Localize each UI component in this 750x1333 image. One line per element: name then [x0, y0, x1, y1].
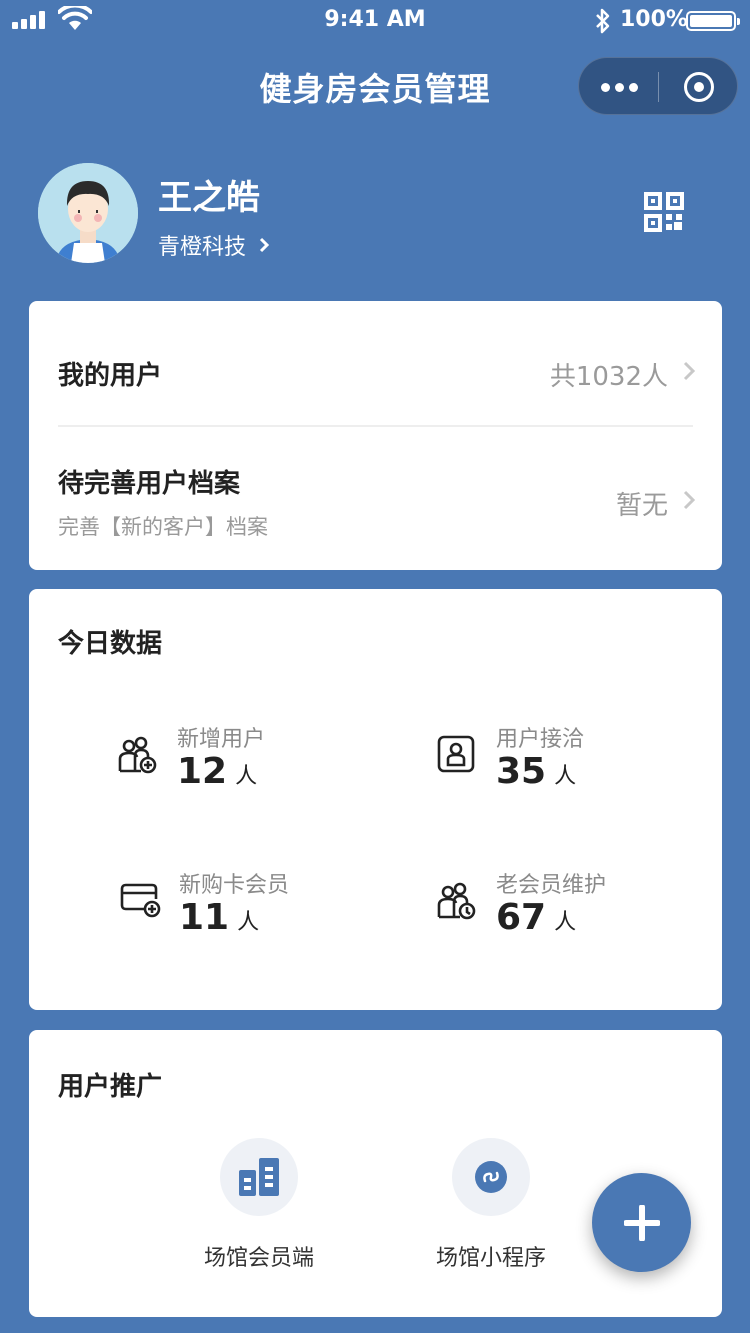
promo-icon-circle	[220, 1138, 298, 1216]
stat-value: 35 人	[496, 751, 576, 792]
chevron-right-icon	[259, 237, 270, 253]
company-name: 青橙科技	[158, 235, 247, 260]
my-users-label: 我的用户	[58, 361, 163, 391]
promotion-card: 用户推广 场馆会员端 场馆小程序	[29, 1030, 722, 1317]
section-title: 今日数据	[58, 629, 163, 659]
venue-member-app-button[interactable]: 场馆会员端	[179, 1138, 339, 1272]
section-title: 用户推广	[58, 1072, 163, 1102]
stat-new-users[interactable]: 新增用户 12 人	[118, 721, 378, 801]
close-icon	[684, 72, 714, 102]
stat-value: 11 人	[179, 897, 259, 938]
bluetooth-icon	[596, 8, 610, 34]
building-icon	[239, 1158, 279, 1196]
stat-unit: 人	[554, 764, 577, 789]
company-link[interactable]: 青橙科技	[158, 229, 270, 261]
my-users-count: 共1032人	[549, 362, 668, 392]
close-button[interactable]	[659, 58, 739, 116]
contact-card-icon	[437, 735, 475, 773]
qr-code-icon[interactable]	[644, 192, 684, 232]
more-button[interactable]	[579, 58, 659, 116]
mini-program-icon	[475, 1161, 507, 1193]
venue-mini-program-button[interactable]: 场馆小程序	[411, 1138, 571, 1272]
stat-unit: 人	[554, 910, 577, 935]
my-users-row[interactable]: 我的用户 共1032人	[29, 301, 722, 425]
stat-number: 67	[496, 897, 547, 938]
promo-icon-circle	[452, 1138, 530, 1216]
add-floating-button[interactable]	[592, 1173, 691, 1272]
avatar[interactable]	[38, 163, 138, 263]
pending-value: 暂无	[615, 491, 668, 521]
stat-value: 67 人	[496, 897, 576, 938]
user-maintain-icon	[437, 882, 476, 920]
stat-label: 新购卡会员	[179, 873, 290, 898]
stat-label: 用户接洽	[496, 727, 585, 752]
stat-member-maintenance[interactable]: 老会员维护 67 人	[437, 867, 697, 947]
users-card: 我的用户 共1032人 待完善用户档案 完善【新的客户】档案 暂无	[29, 301, 722, 570]
battery-percent: 100%	[620, 7, 688, 32]
stat-new-card-members[interactable]: 新购卡会员 11 人	[120, 867, 380, 947]
pending-label: 待完善用户档案	[58, 469, 241, 499]
stat-unit: 人	[237, 910, 260, 935]
stat-label: 新增用户	[177, 727, 266, 752]
pending-profiles-row[interactable]: 待完善用户档案 完善【新的客户】档案 暂无	[29, 427, 722, 570]
status-bar: 9:41 AM 100%	[0, 0, 750, 42]
pending-subtitle: 完善【新的客户】档案	[58, 515, 268, 539]
stat-value: 12 人	[177, 751, 257, 792]
plus-icon	[623, 1204, 660, 1241]
battery-icon	[686, 11, 740, 31]
stat-number: 12	[177, 751, 228, 792]
mini-program-capsule	[578, 57, 738, 115]
promo-label: 场馆会员端	[203, 1246, 314, 1271]
today-data-card: 今日数据 新增用户 12 人 用户接洽 35 人 新购卡会员 11 人 老会员维…	[29, 589, 722, 1010]
profile-name: 王之皓	[158, 178, 260, 218]
stat-number: 35	[496, 751, 547, 792]
chevron-right-icon	[683, 490, 696, 510]
user-add-icon	[118, 736, 157, 774]
avatar-icon	[38, 163, 138, 263]
stat-contacts[interactable]: 用户接洽 35 人	[437, 721, 697, 801]
card-add-icon	[120, 883, 161, 918]
promo-label: 场馆小程序	[435, 1246, 546, 1271]
stat-unit: 人	[235, 764, 258, 789]
chevron-right-icon	[683, 361, 696, 381]
stat-number: 11	[179, 897, 230, 938]
stat-label: 老会员维护	[496, 873, 607, 898]
